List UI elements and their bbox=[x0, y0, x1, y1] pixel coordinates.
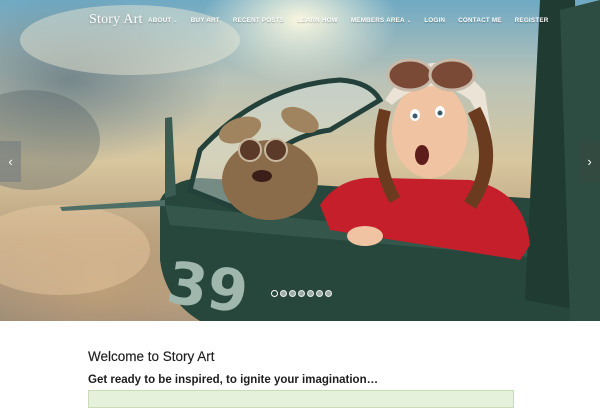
site-title-link[interactable]: Story Art bbox=[89, 12, 143, 28]
slider-next-button[interactable]: › bbox=[579, 141, 600, 182]
nav-item-label: LOGIN bbox=[424, 17, 446, 24]
chevron-left-icon: ‹ bbox=[8, 154, 13, 169]
nav-item-label: CONTACT ME bbox=[458, 17, 502, 24]
slider-pagination bbox=[271, 290, 332, 297]
top-navigation-bar: Story Art ABOUT ⌄ BUY ART RECENT POSTS L… bbox=[0, 0, 600, 42]
nav-item-login[interactable]: LOGIN bbox=[424, 17, 445, 24]
nav-item-learn-how[interactable]: LEARN HOW bbox=[297, 17, 338, 24]
main-menu: ABOUT ⌄ BUY ART RECENT POSTS LEARN HOW M… bbox=[148, 17, 561, 24]
slider-dot[interactable] bbox=[271, 290, 278, 297]
chevron-down-icon: ⌄ bbox=[406, 17, 412, 24]
nav-item-register[interactable]: REGISTER bbox=[515, 17, 549, 24]
nav-item-members-area[interactable]: MEMBERS AREA ⌄ bbox=[351, 17, 411, 24]
nav-item-label: RECENT POSTS bbox=[232, 17, 285, 24]
nav-item-about[interactable]: ABOUT ⌄ bbox=[148, 17, 178, 24]
slider-prev-button[interactable]: ‹ bbox=[0, 141, 21, 182]
slider-dot[interactable] bbox=[289, 290, 296, 297]
slider-dot[interactable] bbox=[316, 290, 323, 297]
notice-box bbox=[88, 390, 514, 408]
nav-item-label: MEMBERS AREA bbox=[350, 17, 405, 24]
hero-image: 39 bbox=[0, 0, 600, 321]
nav-item-label: ABOUT bbox=[148, 17, 172, 24]
slider-dot[interactable] bbox=[280, 290, 287, 297]
hero-slider: 39 Story Art ABOUT ⌄ BUY ART RECENT POST… bbox=[0, 0, 600, 321]
nav-item-buy-art[interactable]: BUY ART bbox=[191, 17, 220, 24]
chevron-right-icon: › bbox=[587, 154, 592, 169]
page-subtitle: Get ready to be inspired, to ignite your… bbox=[88, 374, 379, 386]
slider-dot[interactable] bbox=[307, 290, 314, 297]
nav-item-label: REGISTER bbox=[514, 17, 549, 24]
svg-text:39: 39 bbox=[163, 248, 252, 321]
nav-item-recent-posts[interactable]: RECENT POSTS bbox=[233, 17, 284, 24]
nav-item-label: BUY ART bbox=[190, 17, 220, 24]
main-content: Welcome to Story Art Get ready to be ins… bbox=[88, 349, 518, 386]
nav-item-label: LEARN HOW bbox=[297, 17, 338, 24]
page-title: Welcome to Story Art bbox=[88, 349, 215, 364]
nav-item-contact-me[interactable]: CONTACT ME bbox=[458, 17, 502, 24]
slider-dot[interactable] bbox=[298, 290, 305, 297]
slider-dot[interactable] bbox=[325, 290, 332, 297]
chevron-down-icon: ⌄ bbox=[173, 17, 178, 24]
